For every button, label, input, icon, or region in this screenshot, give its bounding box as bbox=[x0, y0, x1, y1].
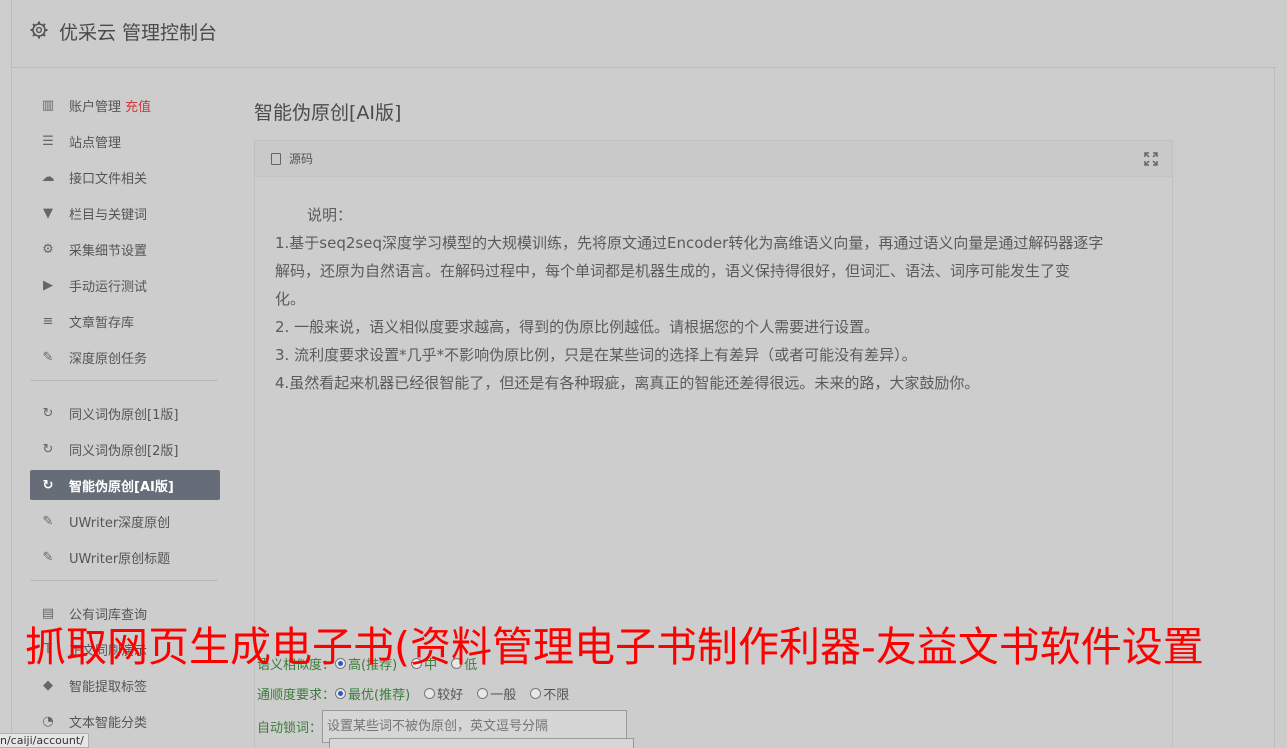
top-header: 优采云 管理控制台 bbox=[12, 0, 1276, 68]
file-code-icon bbox=[271, 152, 281, 165]
sidebar-item[interactable]: ✎ UWriter原创标题 bbox=[30, 542, 220, 572]
gear-icon[interactable] bbox=[29, 20, 49, 40]
sidebar-item-label: 站点管理 bbox=[69, 135, 122, 151]
sidebar-item[interactable]: ◔ 文本智能分类 bbox=[30, 706, 220, 736]
desc-line: 说明： bbox=[307, 206, 353, 224]
second-input[interactable] bbox=[329, 738, 634, 748]
recharge-link[interactable]: 充值 bbox=[125, 96, 151, 115]
sidebar-item-label: 同义词伪原创[1版] bbox=[69, 407, 179, 423]
refresh-icon: ↻ bbox=[42, 405, 54, 421]
database-icon: ≡ bbox=[42, 313, 54, 329]
desc-line: 2. 一般来说，语义相似度要求越高，得到的伪原比例越低。请根据您的个人需要进行设… bbox=[275, 318, 880, 336]
fluency-good-radio[interactable]: 较好 bbox=[424, 684, 463, 703]
fluency-best-radio[interactable]: 最优(推荐) bbox=[335, 684, 410, 703]
refresh-icon: ↻ bbox=[42, 441, 54, 457]
desc-line: 解码，还原为自然语言。在解码过程中，每个单词都是机器生成的，语义保持得很好，但词… bbox=[275, 262, 1071, 280]
sidebar-item[interactable]: ↻ 同义词伪原创[2版] bbox=[30, 434, 220, 464]
server-icon: ☰ bbox=[42, 133, 54, 149]
sidebar-item-label: 手动运行测试 bbox=[69, 279, 148, 295]
fluency-normal-radio[interactable]: 一般 bbox=[477, 684, 516, 703]
sidebar-item-label: 接口文件相关 bbox=[69, 171, 148, 187]
sidebar-item[interactable]: ▥ 账户管理 充值 bbox=[30, 90, 220, 120]
sidebar-item-label: 智能伪原创[AI版] bbox=[69, 479, 174, 495]
desc-line: 1.基于seq2seq深度学习模型的大规模训练，先将原文通过Encoder转化为… bbox=[275, 234, 1104, 252]
refresh-icon: ↻ bbox=[42, 477, 54, 493]
app-title: 优采云 管理控制台 bbox=[59, 22, 218, 44]
watermark-text: 抓取网页生成电子书(资料管理电子书制作利器-友益文书软件设置 bbox=[25, 623, 1204, 671]
sidebar-item[interactable]: ↻ 智能伪原创[AI版] bbox=[30, 470, 220, 500]
expand-icon[interactable] bbox=[1144, 152, 1158, 166]
sidebar-item-label: 栏目与关键词 bbox=[69, 207, 148, 223]
desc-line: 4.虽然看起来机器已经很智能了，但还是有各种瑕疵，离真正的智能还差得很远。未来的… bbox=[275, 374, 980, 392]
sidebar-item-label: 深度原创任务 bbox=[69, 351, 148, 367]
desc-line: 3. 流利度要求设置*几乎*不影响伪原比例，只是在某些词的选择上有差异（或者可能… bbox=[275, 346, 917, 364]
sidebar-divider bbox=[30, 580, 218, 581]
status-bar-url: n/caiji/account/ bbox=[0, 733, 89, 748]
sidebar-divider bbox=[30, 380, 218, 381]
sidebar-item-label: UWriter深度原创 bbox=[69, 515, 171, 531]
panel-header: 源码 bbox=[255, 141, 1172, 177]
fluency-any-radio[interactable]: 不限 bbox=[530, 684, 569, 703]
sidebar-item[interactable]: ☰ 站点管理 bbox=[30, 126, 220, 156]
filter-icon: ▼ bbox=[43, 205, 53, 221]
fluency-label: 通顺度要求： bbox=[257, 687, 336, 703]
sidebar-item[interactable]: ▶ 手动运行测试 bbox=[30, 270, 220, 300]
sidebar-item[interactable]: ⚙ 采集细节设置 bbox=[30, 234, 220, 264]
sidebar-item-label: 文本智能分类 bbox=[69, 715, 148, 731]
edit-icon: ✎ bbox=[42, 513, 54, 529]
gears-icon: ⚙ bbox=[42, 241, 54, 257]
sidebar-item[interactable]: ✎ 深度原创任务 bbox=[30, 342, 220, 372]
panel-title: 源码 bbox=[289, 152, 314, 166]
cloud-upload-icon: ☁ bbox=[41, 169, 55, 185]
edit-icon: ✎ bbox=[42, 549, 54, 565]
sidebar-item-label: 采集细节设置 bbox=[69, 243, 148, 259]
sidebar-item[interactable]: ↻ 同义词伪原创[1版] bbox=[30, 398, 220, 428]
main-content: 智能伪原创[AI版] 源码 说明： 1.基于seq2seq深度学习模型的大规模训… bbox=[254, 98, 1184, 748]
fluency-row: 通顺度要求： 最优(推荐) 较好 一般 不限 bbox=[257, 678, 657, 708]
play-circle-icon: ▶ bbox=[43, 277, 53, 293]
desc-line: 化。 bbox=[275, 290, 306, 308]
bar-chart-icon: ▥ bbox=[41, 97, 55, 113]
sidebar-item[interactable]: ✎ UWriter深度原创 bbox=[30, 506, 220, 536]
sidebar-item-label: 同义词伪原创[2版] bbox=[69, 443, 179, 459]
page-title: 智能伪原创[AI版] bbox=[254, 102, 402, 124]
sidebar-item[interactable]: ☁ 接口文件相关 bbox=[30, 162, 220, 192]
description-text: 说明： 1.基于seq2seq深度学习模型的大规模训练，先将原文通过Encode… bbox=[275, 201, 1165, 397]
sidebar-item[interactable]: ◆ 智能提取标签 bbox=[30, 670, 220, 700]
sidebar-item-label: UWriter原创标题 bbox=[69, 551, 171, 567]
sidebar-item[interactable]: ▼ 栏目与关键词 bbox=[30, 198, 220, 228]
sidebar-item-label: 智能提取标签 bbox=[69, 679, 148, 695]
edit-icon: ✎ bbox=[42, 349, 54, 365]
lock-label: 自动锁词： bbox=[257, 720, 323, 736]
scrollbar[interactable] bbox=[1276, 0, 1287, 748]
sidebar-item-label: 账户管理 bbox=[69, 99, 122, 115]
pie-chart-icon: ◔ bbox=[42, 713, 54, 729]
sidebar-item-label: 文章暂存库 bbox=[69, 315, 135, 331]
tag-icon: ◆ bbox=[43, 677, 53, 693]
sidebar-item[interactable]: ≡ 文章暂存库 bbox=[30, 306, 220, 336]
